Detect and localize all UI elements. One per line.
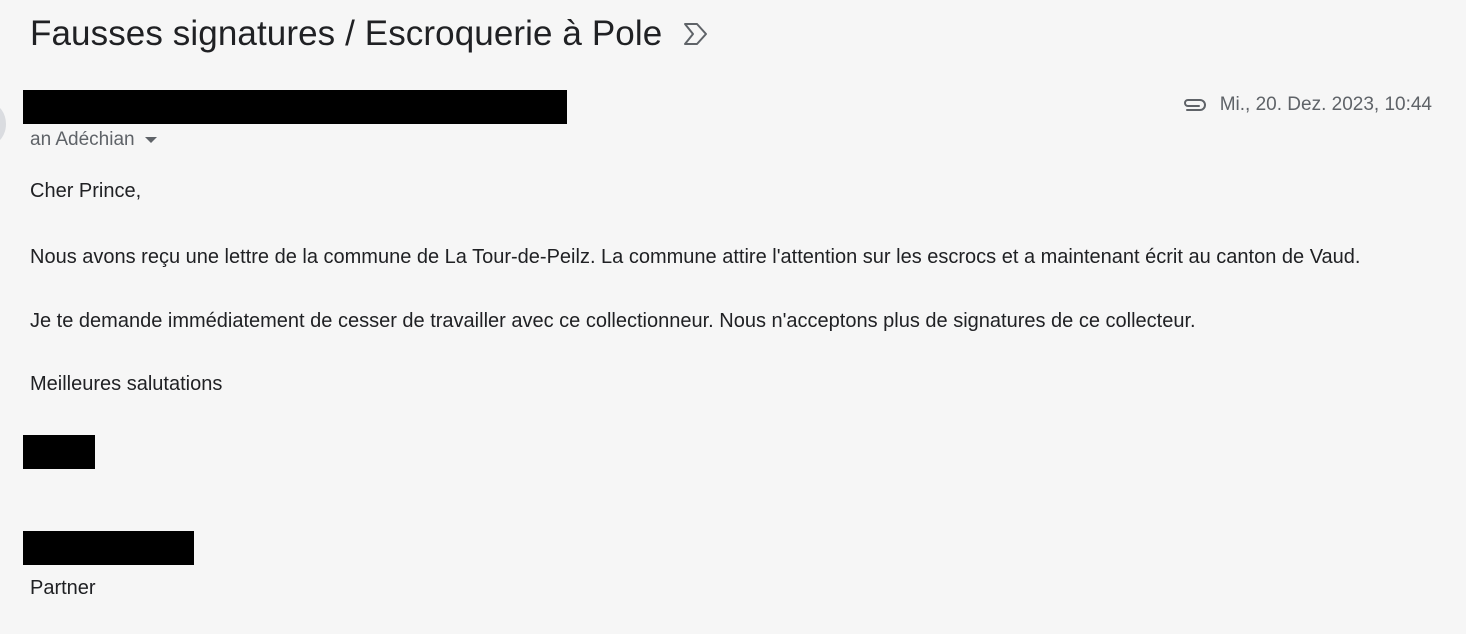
body-paragraph: Nous avons reçu une lettre de la commune… xyxy=(30,246,1361,268)
redacted-signature-name xyxy=(23,435,95,469)
recipient-details-toggle[interactable]: an Adéchian xyxy=(30,129,157,151)
paperclip-icon xyxy=(1180,94,1208,116)
recipient-label: an Adéchian xyxy=(30,129,135,150)
email-subject: Fausses signatures / Escroquerie à Pole xyxy=(30,14,663,53)
label-outline-icon[interactable] xyxy=(682,21,710,47)
redacted-signature-fullname xyxy=(23,531,194,565)
redacted-sender-name xyxy=(23,90,567,124)
signature-role: Partner xyxy=(30,577,96,599)
subject-row: Fausses signatures / Escroquerie à Pole xyxy=(30,14,710,54)
body-closing: Meilleures salutations xyxy=(30,373,223,395)
sender-avatar[interactable] xyxy=(0,104,6,144)
email-meta: Mi., 20. Dez. 2023, 10:44 xyxy=(1180,94,1432,116)
caret-down-icon[interactable] xyxy=(144,137,157,143)
email-date: Mi., 20. Dez. 2023, 10:44 xyxy=(1219,94,1432,115)
body-greeting: Cher Prince, xyxy=(30,180,142,202)
body-paragraph: Je te demande immédiatement de cesser de… xyxy=(30,310,1196,332)
